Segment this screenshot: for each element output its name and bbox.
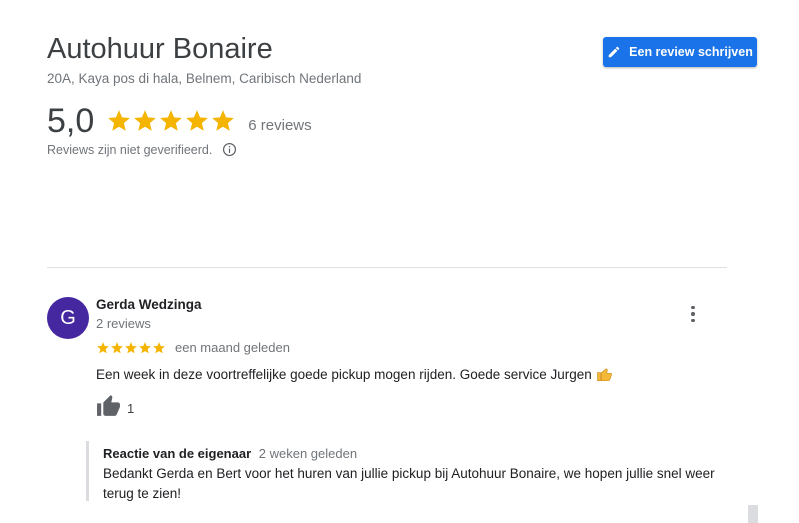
avatar[interactable]: G [47,297,89,339]
star-icon [108,110,131,131]
owner-response: Reactie van de eigenaar 2 weken geleden … [86,441,729,501]
write-review-button[interactable]: Een review schrijven [603,37,757,67]
review-body: Een week in deze voortreffelijke goede p… [96,365,614,383]
star-icon [125,341,137,353]
thumbs-up-icon[interactable] [96,394,121,419]
thumbs-up-emoji [596,368,612,382]
owner-response-text: Bedankt Gerda en Bert voor het huren van… [103,466,715,501]
star-icon [186,110,209,131]
review-text: Een week in deze voortreffelijke goede p… [96,366,592,382]
star-icon [134,110,157,131]
star-icon [160,110,183,131]
review-count: 6 reviews [248,116,312,134]
like-row: 1 [96,394,134,419]
business-address: 20A, Kaya pos di hala, Belnem, Caribisch… [47,71,362,86]
more-vert-icon [691,305,695,323]
rating-value: 5,0 [47,102,95,140]
business-name: Autohuur Bonaire [47,33,273,65]
divider [47,267,727,268]
star-icon [212,110,235,131]
write-review-label: Een review schrijven [629,45,753,59]
star-icon [97,341,109,353]
verification-notice: Reviews zijn niet geverifieerd. [47,142,237,157]
review-rating: een maand geleden [96,340,290,355]
review-stars [96,341,166,355]
more-options-button[interactable] [684,304,702,324]
not-verified-text: Reviews zijn niet geverifieerd. [47,142,213,157]
star-icon [153,341,165,353]
reviewer-review-count: 2 reviews [96,316,151,331]
owner-response-header: Reactie van de eigenaar 2 weken geleden [103,446,357,461]
owner-response-time: 2 weken geleden [258,446,358,461]
owner-response-title: Reactie van de eigenaar [103,446,252,461]
reviewer-name[interactable]: Gerda Wedzinga [96,297,202,312]
scrollbar-thumb[interactable] [748,505,758,523]
review-time: een maand geleden [175,340,290,355]
star-icon [139,341,151,353]
star-icon [111,341,123,353]
rating-summary: 5,0 6 reviews [47,101,312,141]
pencil-icon [608,46,620,58]
summary-stars [106,108,236,134]
info-icon[interactable] [222,142,237,157]
like-count: 1 [127,400,135,416]
